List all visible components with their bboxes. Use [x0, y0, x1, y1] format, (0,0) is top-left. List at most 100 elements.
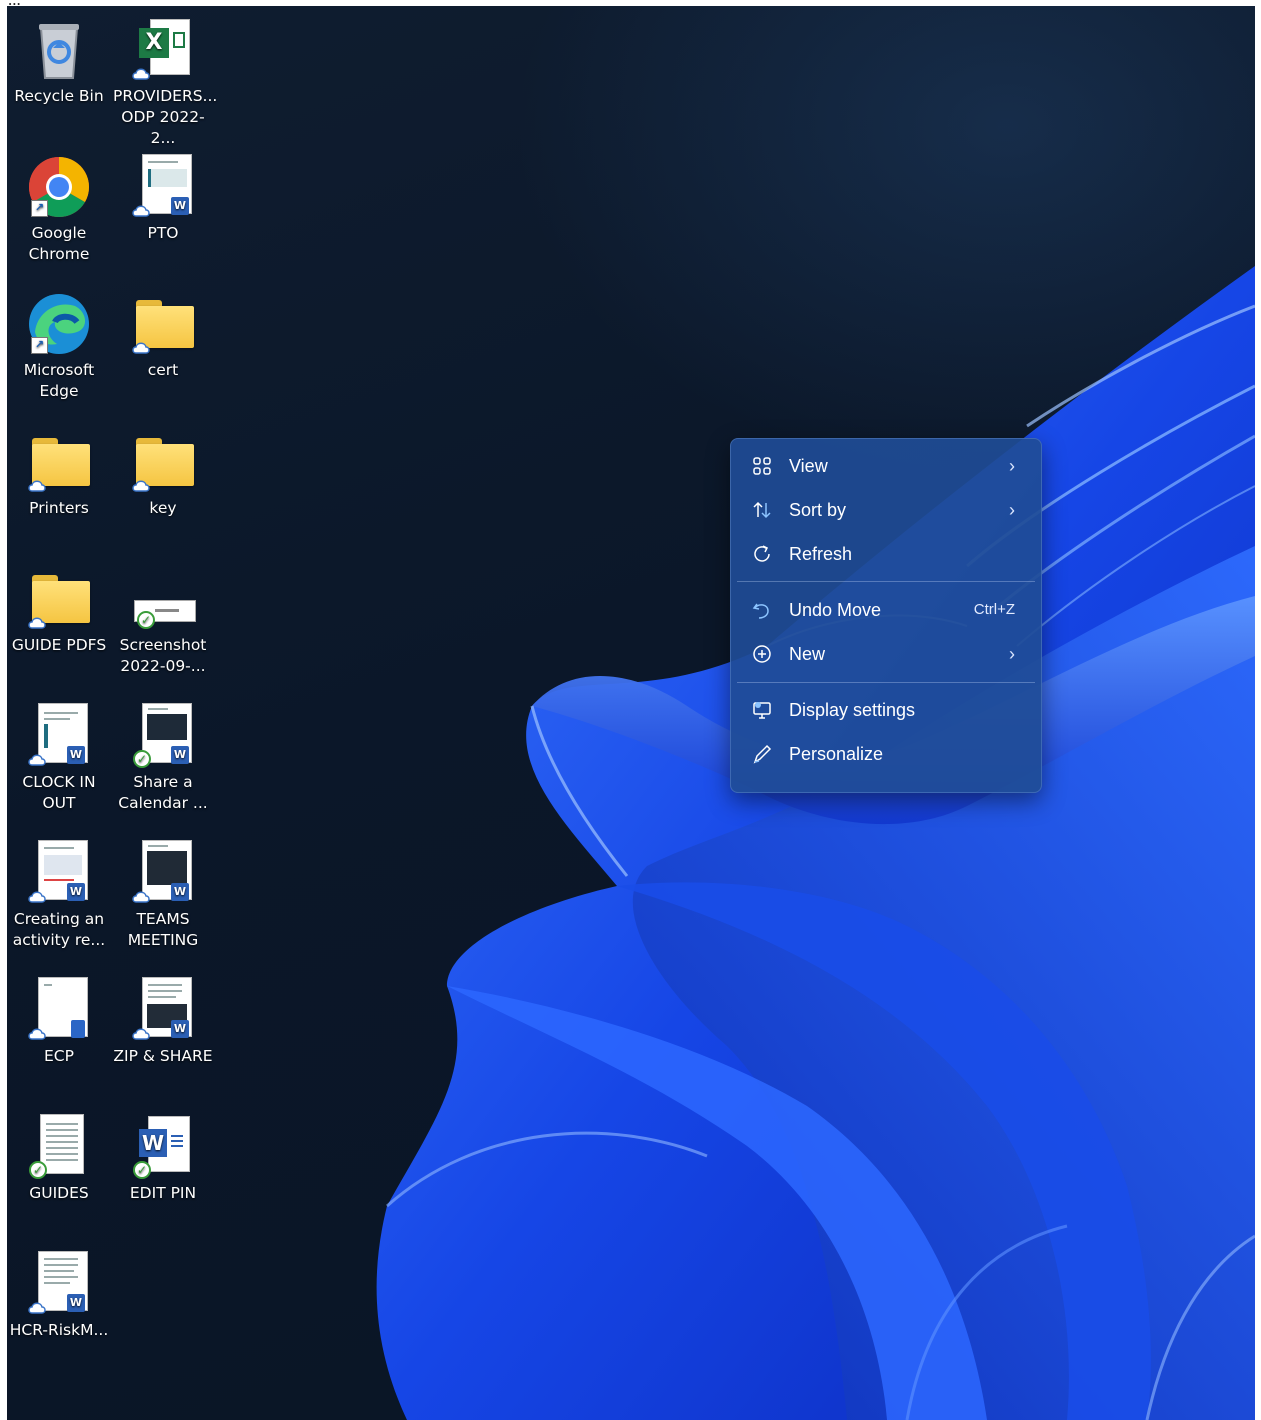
menu-item-label: Personalize [789, 744, 884, 764]
word-badge-icon: W [171, 197, 189, 215]
menu-separator [737, 682, 1035, 683]
cloud-icon [132, 1028, 150, 1040]
menu-item-personalize[interactable]: Personalize [737, 734, 1035, 774]
word-document-icon: W [131, 978, 195, 1042]
menu-item-new[interactable]: New › [737, 634, 1035, 674]
cloud-icon [132, 68, 150, 80]
icon-label: GUIDES [29, 1184, 89, 1202]
word-document-icon: W [131, 155, 195, 219]
sort-icon [753, 501, 771, 519]
cloud-icon [28, 480, 46, 492]
icon-label: PTO [147, 224, 179, 242]
synced-check-icon: ✓ [133, 1161, 151, 1179]
icon-label: Recycle Bin [14, 87, 104, 105]
menu-item-shortcut: Ctrl+Z [973, 601, 1015, 618]
chevron-right-icon: › [1009, 500, 1015, 520]
chrome-icon: ↗ [27, 155, 91, 219]
icon-label: Creating an activity re... [12, 910, 106, 949]
display-settings-icon [753, 702, 771, 719]
desktop-icon-guides[interactable]: ✓ GUIDES [7, 1111, 111, 1204]
icon-label: TEAMS MEETING [127, 910, 199, 949]
cloud-icon [132, 891, 150, 903]
desktop-context-menu: View › Sort by › Refresh Undo Move Ctrl+… [730, 438, 1042, 793]
icon-label: Printers [29, 499, 89, 517]
refresh-icon [754, 545, 770, 562]
icon-label: key [149, 499, 177, 517]
icon-label: ECP [44, 1047, 74, 1065]
desktop-icon-ecp[interactable]: ECP [7, 974, 111, 1067]
cloud-icon [132, 480, 150, 492]
word-document-icon: ✓ W [131, 704, 195, 768]
cloud-icon [28, 891, 46, 903]
icon-label: Google Chrome [28, 224, 90, 263]
desktop-icon-hcr-riskm[interactable]: W HCR-RiskM... [7, 1248, 111, 1341]
desktop-icon-zip-share[interactable]: W ZIP & SHARE [111, 974, 215, 1067]
cloud-icon [132, 342, 150, 354]
icon-label: Microsoft Edge [23, 361, 95, 400]
menu-item-view[interactable]: View › [737, 446, 1035, 486]
icon-label: cert [147, 361, 179, 379]
word-badge-icon: W [67, 746, 85, 764]
menu-item-label: Refresh [789, 544, 853, 564]
menu-item-undo-move[interactable]: Undo Move Ctrl+Z [737, 590, 1035, 630]
word-document-icon: W [27, 1252, 91, 1316]
icon-label: PROVIDERS... ODP 2022-2... [113, 87, 218, 147]
icon-label: Screenshot 2022-09-... [119, 636, 207, 675]
chevron-right-icon: › [1009, 644, 1015, 664]
word-file-icon: W ✓ [131, 1115, 195, 1179]
desktop-icon-creating-activity[interactable]: W Creating an activity re... [7, 837, 111, 951]
word-badge-icon: W [67, 883, 85, 901]
chevron-right-icon: › [1009, 456, 1015, 476]
menu-item-label: New [789, 644, 826, 664]
desktop-icon-teams-meeting[interactable]: W TEAMS MEETING [111, 837, 215, 951]
cloud-icon [28, 1302, 46, 1314]
word-badge-icon: W [171, 746, 189, 764]
desktop-icon-share-calendar[interactable]: ✓ W Share a Calendar ... [111, 700, 215, 814]
desktop-icon-screenshot[interactable]: ✓ Screenshot 2022-09-... [111, 563, 215, 677]
folder-icon [131, 292, 195, 356]
word-document-icon: W [27, 841, 91, 905]
icon-label: Share a Calendar ... [118, 773, 208, 812]
folder-icon [27, 567, 91, 631]
menu-item-label: Display settings [789, 700, 916, 720]
desktop-icon-recycle-bin[interactable]: Recycle Bin [7, 14, 111, 107]
desktop-icon-edit-pin[interactable]: W ✓ EDIT PIN [111, 1111, 215, 1204]
undo-icon [752, 603, 769, 619]
desktop-icon-chrome[interactable]: ↗ Google Chrome [7, 151, 111, 265]
excel-file-icon: X [131, 18, 195, 82]
text-file-icon: ✓ [27, 1115, 91, 1179]
menu-item-refresh[interactable]: Refresh [737, 534, 1035, 574]
menu-item-display-settings[interactable]: Display settings [737, 690, 1035, 730]
icon-label: EDIT PIN [129, 1184, 197, 1202]
menu-item-sort-by[interactable]: Sort by › [737, 490, 1035, 530]
menu-item-label: Undo Move [789, 600, 882, 620]
desktop-icon-providers-odp[interactable]: X PROVIDERS... ODP 2022-2... [111, 14, 218, 149]
icon-label: CLOCK IN OUT [22, 773, 96, 812]
cloud-icon [132, 205, 150, 217]
folder-icon [27, 430, 91, 494]
word-badge-icon: W [171, 1020, 189, 1038]
menu-item-label: Sort by [789, 500, 847, 520]
desktop-icon-guide-pdfs[interactable]: GUIDE PDFS [7, 563, 111, 656]
desktop-icon-printers[interactable]: Printers [7, 426, 111, 519]
recycle-bin-icon [27, 18, 91, 82]
shortcut-arrow-icon: ↗ [31, 337, 48, 354]
synced-check-icon: ✓ [133, 750, 151, 768]
icon-label: GUIDE PDFS [11, 636, 107, 654]
word-badge-icon: W [171, 883, 189, 901]
desktop-icon-cert[interactable]: cert [111, 288, 215, 381]
desktop[interactable]: Recycle Bin ↗ Google Chrome ↗ Microsoft … [7, 6, 1255, 1420]
desktop-icon-pto[interactable]: W PTO [111, 151, 215, 244]
word-badge-icon: W [67, 1294, 85, 1312]
word-document-icon: W [27, 704, 91, 768]
cloud-icon [28, 1028, 46, 1040]
image-file-icon: ✓ [131, 567, 195, 631]
text-file-icon [27, 978, 91, 1042]
desktop-icon-edge[interactable]: ↗ Microsoft Edge [7, 288, 111, 402]
synced-check-icon: ✓ [29, 1161, 47, 1179]
menu-separator [737, 581, 1035, 582]
desktop-icon-key[interactable]: key [111, 426, 215, 519]
new-plus-icon [753, 645, 771, 663]
edge-icon: ↗ [27, 292, 91, 356]
desktop-icon-clock-in-out[interactable]: W CLOCK IN OUT [7, 700, 111, 814]
